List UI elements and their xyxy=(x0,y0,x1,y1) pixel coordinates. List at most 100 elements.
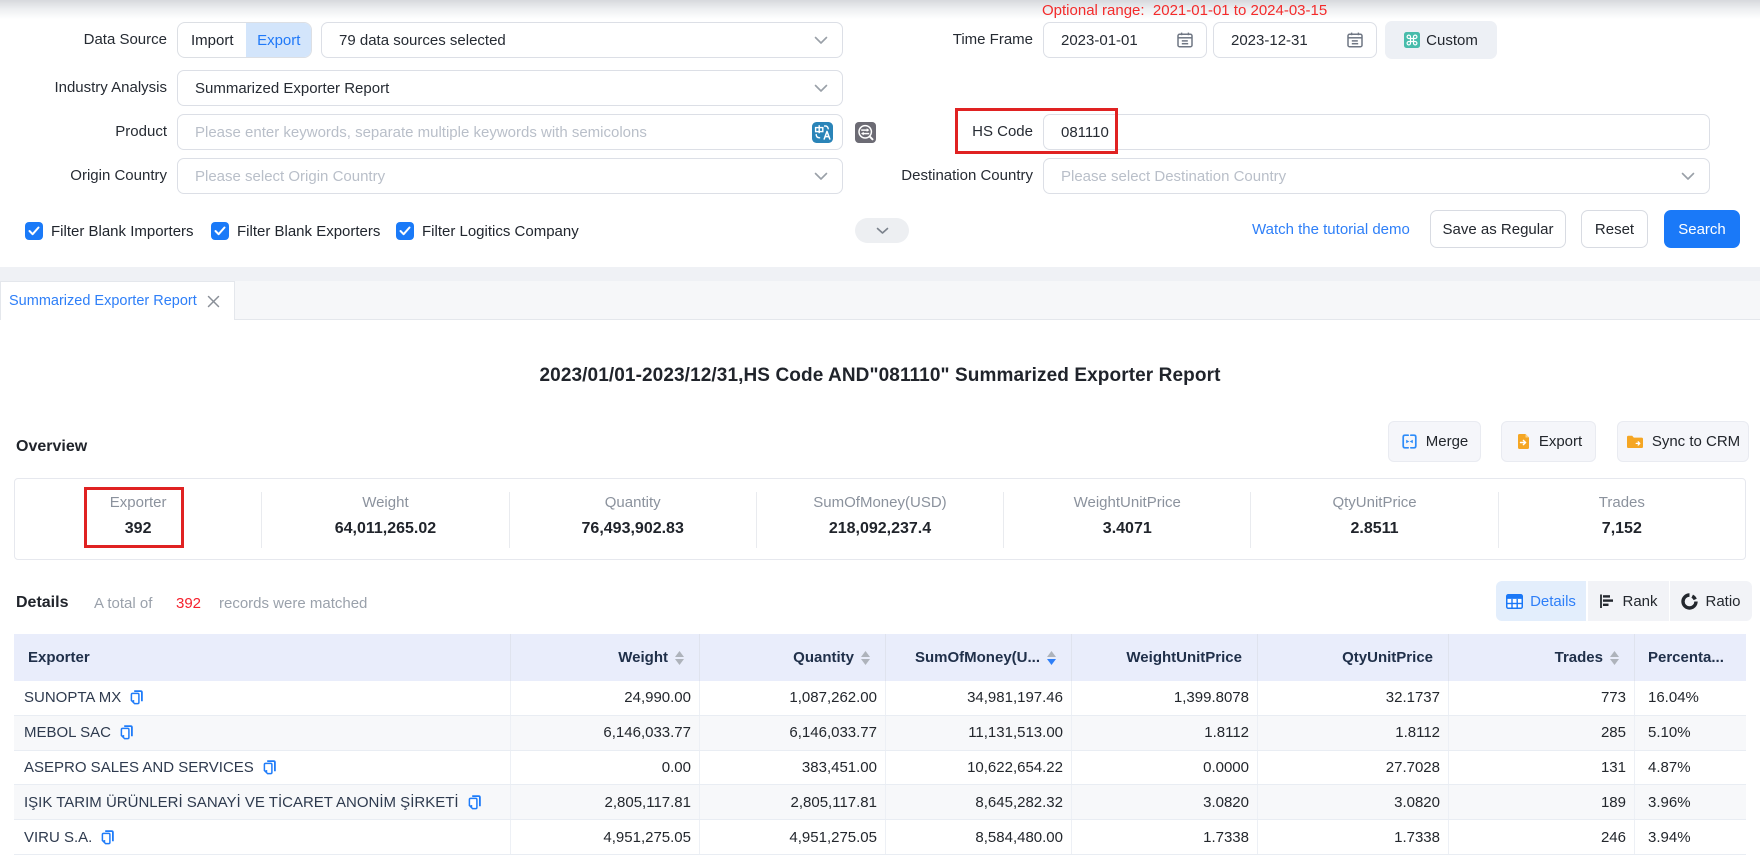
stat-trades-label: Trades xyxy=(1499,494,1745,511)
cell-text: 0.00 xyxy=(662,759,691,776)
cell-text: 6,146,033.77 xyxy=(603,724,691,741)
column-header-weight-unit-price[interactable]: WeightUnitPrice xyxy=(1072,634,1258,681)
report-title: 2023/01/01-2023/12/31,HS Code AND"081110… xyxy=(0,365,1760,387)
cell-text: 1,087,262.00 xyxy=(789,689,877,706)
origin-country-select[interactable]: Please select Origin Country xyxy=(177,158,843,194)
destination-country-select[interactable]: Please select Destination Country xyxy=(1043,158,1710,194)
filter-blank-exporters-checkbox[interactable]: Filter Blank Exporters xyxy=(211,221,380,241)
sort-icons[interactable] xyxy=(1610,651,1619,665)
table-row[interactable]: MEBOL SAC 6,146,033.77 6,146,033.77 11,1… xyxy=(14,716,1746,751)
copy-icon[interactable] xyxy=(263,760,276,775)
cell-text: 285 xyxy=(1601,724,1626,741)
industry-analysis-value: Summarized Exporter Report xyxy=(178,80,389,97)
cell-text: VIRU S.A. xyxy=(24,829,92,846)
cell-quantity: 2,805,117.81 xyxy=(700,785,886,819)
details-heading: Details xyxy=(16,594,68,612)
cell-weight: 6,146,033.77 xyxy=(511,716,700,750)
cell-text: MEBOL SAC xyxy=(24,724,111,741)
cell-exporter: SUNOPTA MX xyxy=(14,681,511,715)
search-button[interactable]: Search xyxy=(1664,210,1740,248)
filter-logitics-company-label: Filter Logitics Company xyxy=(422,223,579,240)
column-header-weight[interactable]: Weight xyxy=(511,634,700,681)
filter-logitics-company-checkbox[interactable]: Filter Logitics Company xyxy=(396,221,579,241)
industry-analysis-select[interactable]: Summarized Exporter Report xyxy=(177,70,843,106)
sort-icons[interactable] xyxy=(861,651,870,665)
product-label: Product xyxy=(0,114,167,150)
column-header-percentage[interactable]: Percenta... xyxy=(1635,634,1746,681)
copy-icon[interactable] xyxy=(120,725,133,740)
merge-button[interactable]: Merge xyxy=(1388,421,1481,462)
optional-range-note: Optional range: 2021-01-01 to 2024-03-15 xyxy=(1042,2,1327,19)
cell-text: ASEPRO SALES AND SERVICES xyxy=(24,759,254,776)
copy-icon[interactable] xyxy=(101,830,114,845)
save-as-regular-button[interactable]: Save as Regular xyxy=(1430,210,1566,248)
filter-blank-importers-label: Filter Blank Importers xyxy=(51,223,194,240)
product-input[interactable]: Please enter keywords, separate multiple… xyxy=(177,114,843,150)
sort-icons[interactable] xyxy=(675,651,684,665)
copy-icon[interactable] xyxy=(130,690,143,705)
checkbox-checked-icon xyxy=(25,222,43,240)
details-table: Exporter Weight Quantity SumOfMoney(U...… xyxy=(14,634,1746,855)
column-header-sum-of-money[interactable]: SumOfMoney(U... xyxy=(886,634,1072,681)
column-header-qty-unit-price[interactable]: QtyUnitPrice xyxy=(1258,634,1449,681)
export-button-label: Export xyxy=(1539,433,1582,450)
export-toggle[interactable]: Export xyxy=(246,23,311,57)
start-date-input[interactable]: 2023-01-01 xyxy=(1043,22,1207,58)
cell-text: 2,805,117.81 xyxy=(791,794,877,811)
cell-qty-unit-price: 3.0820 xyxy=(1258,785,1449,819)
stat-qty-unit-price-value: 2.8511 xyxy=(1251,520,1497,538)
tab-summarized-exporter-report[interactable]: Summarized Exporter Report xyxy=(0,281,235,320)
custom-button[interactable]: Custom xyxy=(1385,21,1497,59)
end-date-input[interactable]: 2023-12-31 xyxy=(1213,22,1377,58)
cell-text: 4.87% xyxy=(1648,759,1691,776)
close-icon[interactable] xyxy=(207,295,220,308)
cell-text: 4,951,275.05 xyxy=(789,829,877,846)
cell-weight: 0.00 xyxy=(511,751,700,785)
table-row[interactable]: VIRU S.A. 4,951,275.05 4,951,275.05 8,58… xyxy=(14,820,1746,855)
calendar-icon xyxy=(1176,31,1194,49)
view-ratio-button[interactable]: Ratio xyxy=(1670,581,1752,621)
data-source-toggle: Import Export xyxy=(177,22,312,58)
column-header-trades[interactable]: Trades xyxy=(1449,634,1635,681)
table-row[interactable]: IŞIK TARIM ÜRÜNLERİ SANAYİ VE TİCARET AN… xyxy=(14,785,1746,820)
cell-text: SUNOPTA MX xyxy=(24,689,121,706)
hs-code-input[interactable]: 081110 xyxy=(1043,114,1710,150)
cell-trades: 131 xyxy=(1449,751,1635,785)
stat-trades: Trades 7,152 xyxy=(1499,494,1745,538)
view-details-label: Details xyxy=(1530,593,1576,610)
data-source-label: Data Source xyxy=(0,22,167,58)
view-details-button[interactable]: Details xyxy=(1496,581,1586,621)
reset-button[interactable]: Reset xyxy=(1581,210,1648,248)
data-sources-select[interactable]: 79 data sources selected xyxy=(321,22,843,58)
stat-trades-value: 7,152 xyxy=(1499,520,1745,538)
view-ratio-label: Ratio xyxy=(1705,593,1740,610)
view-rank-button[interactable]: Rank xyxy=(1588,581,1669,621)
sync-to-crm-button[interactable]: Sync to CRM xyxy=(1617,421,1749,462)
column-header-label: Quantity xyxy=(793,649,854,666)
overview-stats-card: Exporter 392 Weight 64,011,265.02 Quanti… xyxy=(14,478,1746,560)
annotation-box-hs-code xyxy=(955,108,1118,154)
cell-text: 1.7338 xyxy=(1394,829,1440,846)
cell-text: IŞIK TARIM ÜRÜNLERİ SANAYİ VE TİCARET AN… xyxy=(24,794,459,811)
cell-text: 34,981,197.46 xyxy=(967,689,1063,706)
column-header-quantity[interactable]: Quantity xyxy=(700,634,886,681)
export-button[interactable]: Export xyxy=(1501,421,1596,462)
tutorial-demo-link[interactable]: Watch the tutorial demo xyxy=(1252,221,1410,238)
filter-blank-importers-checkbox[interactable]: Filter Blank Importers xyxy=(25,221,194,241)
cell-text: 3.94% xyxy=(1648,829,1691,846)
stat-sum-of-money-label: SumOfMoney(USD) xyxy=(757,494,1003,511)
table-row[interactable]: ASEPRO SALES AND SERVICES 0.00 383,451.0… xyxy=(14,751,1746,786)
copy-icon[interactable] xyxy=(468,795,481,810)
import-toggle[interactable]: Import xyxy=(178,23,246,57)
table-row[interactable]: SUNOPTA MX 24,990.00 1,087,262.00 34,981… xyxy=(14,681,1746,716)
sync-folder-icon xyxy=(1626,434,1644,450)
cell-quantity: 383,451.00 xyxy=(700,751,886,785)
collapse-filters-button[interactable] xyxy=(855,218,909,243)
overview-heading: Overview xyxy=(16,438,87,456)
cell-text: 3.0820 xyxy=(1394,794,1440,811)
column-header-exporter[interactable]: Exporter xyxy=(14,634,511,681)
sort-icons-descending-active[interactable] xyxy=(1047,651,1056,665)
stat-weight-unit-price-value: 3.4071 xyxy=(1004,520,1250,538)
stat-sum-of-money-value: 218,092,237.4 xyxy=(757,520,1003,538)
origin-country-placeholder: Please select Origin Country xyxy=(178,168,385,185)
